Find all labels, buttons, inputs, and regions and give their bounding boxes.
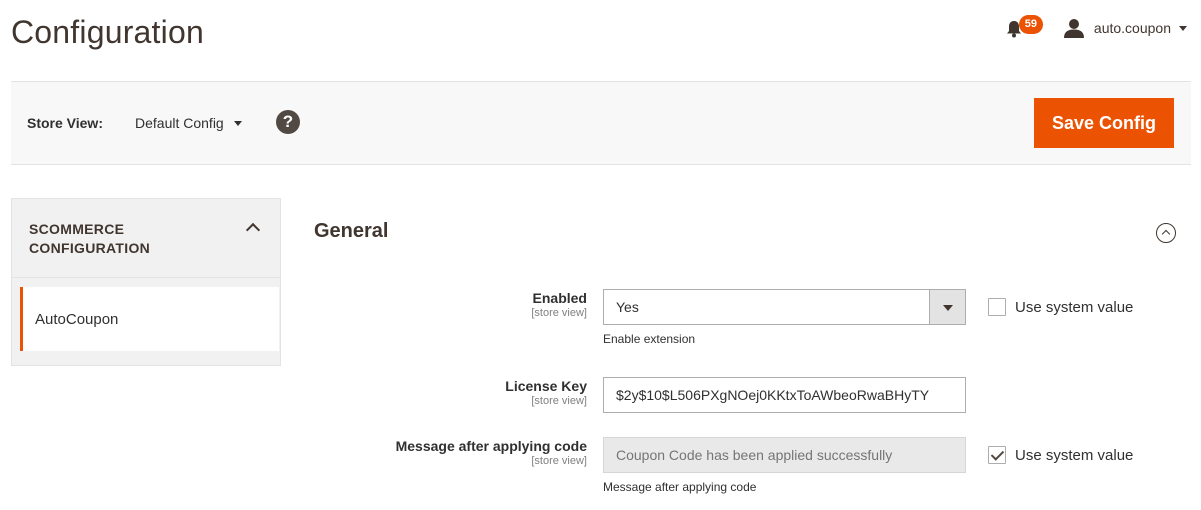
sidebar-item-label: AutoCoupon: [35, 311, 119, 328]
store-view-value: Default Config: [135, 115, 224, 131]
license-key-input[interactable]: [603, 377, 966, 413]
chevron-up-icon: [245, 222, 261, 238]
field-label: Enabled: [532, 290, 587, 306]
field-scope: [store view]: [531, 455, 587, 467]
message-use-system-value[interactable]: Use system value: [988, 446, 1133, 464]
field-scope: [store view]: [531, 307, 587, 319]
collapse-section-icon[interactable]: [1156, 223, 1176, 243]
help-icon[interactable]: ?: [276, 110, 300, 134]
sidebar-group-body: AutoCoupon: [11, 278, 281, 366]
section-title: General: [314, 220, 389, 242]
sidebar-group-label: SCOMMERCE CONFIGURATION: [29, 221, 151, 256]
use-system-value-label: Use system value: [1015, 446, 1134, 464]
enabled-select[interactable]: Yes: [603, 289, 966, 325]
config-sidebar: SCOMMERCE CONFIGURATION AutoCoupon: [11, 198, 281, 366]
save-config-button[interactable]: Save Config: [1034, 98, 1174, 148]
field-label: License Key: [505, 378, 587, 394]
use-system-value-label: Use system value: [1015, 298, 1134, 316]
enabled-select-value: Yes: [616, 299, 639, 315]
store-view-label: Store View:: [27, 115, 103, 131]
license-key-field-label: License Key [store view]: [505, 378, 587, 407]
field-label: Message after applying code: [395, 438, 587, 454]
header-actions: 59 auto.coupon: [1003, 14, 1187, 42]
user-name: auto.coupon: [1093, 20, 1171, 36]
enabled-use-system-value[interactable]: Use system value: [988, 298, 1133, 316]
store-view-switcher[interactable]: Default Config: [135, 115, 242, 131]
field-scope: [store view]: [531, 395, 587, 407]
page-title: Configuration: [11, 14, 204, 50]
message-field-note: Message after applying code: [603, 480, 757, 494]
sidebar-item-autocoupon[interactable]: AutoCoupon: [20, 287, 279, 351]
select-arrow-icon: [929, 290, 965, 324]
message-use-system-checkbox[interactable]: [988, 446, 1006, 464]
message-field-label: Message after applying code [store view]: [396, 438, 587, 467]
store-view-toolbar: Store View: Default Config ? Save Config: [11, 81, 1191, 165]
notification-count-badge: 59: [1018, 15, 1043, 34]
sidebar-group-header[interactable]: SCOMMERCE CONFIGURATION: [11, 198, 281, 278]
enabled-use-system-checkbox[interactable]: [988, 298, 1006, 316]
enabled-field-label: Enabled [store view]: [531, 290, 587, 319]
user-menu[interactable]: auto.coupon: [1063, 18, 1187, 38]
message-after-applying-input[interactable]: [603, 437, 966, 473]
notifications-button[interactable]: 59: [1003, 14, 1043, 42]
enabled-field-note: Enable extension: [603, 332, 696, 346]
chevron-down-icon: [1179, 25, 1187, 31]
user-icon: [1063, 19, 1084, 38]
chevron-down-icon: [233, 120, 242, 126]
